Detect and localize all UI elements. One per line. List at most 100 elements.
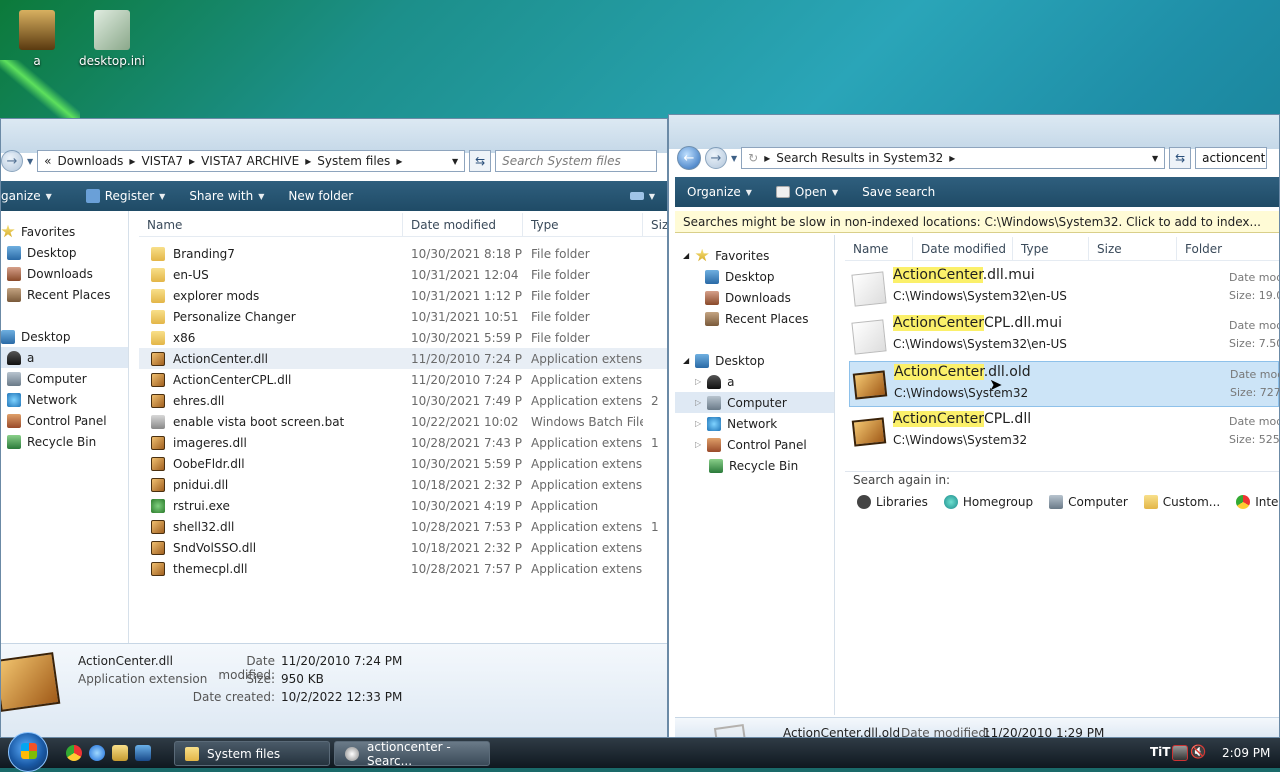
file-date: 10/28/2021 7:43 PM	[411, 435, 523, 450]
refresh-button[interactable]: ⇆	[1169, 147, 1192, 169]
table-row[interactable]: enable vista boot screen.bat 10/22/2021 1…	[139, 411, 667, 432]
table-row[interactable]: OobeFldr.dll 10/30/2021 5:59 PM Applicatio…	[139, 453, 667, 474]
search-again-homegroup[interactable]: Homegroup	[943, 495, 1033, 509]
organize-button[interactable]: ganize ▼	[1, 189, 64, 203]
start-button[interactable]	[8, 732, 48, 772]
nav-control-panel[interactable]: Control Panel	[1, 410, 128, 431]
nav-recent-places[interactable]: Recent Places	[1, 284, 128, 305]
nav-desktop[interactable]: Desktop	[1, 242, 128, 263]
history-dropdown-icon[interactable]: ▼	[731, 154, 737, 163]
table-row[interactable]: SndVolSSO.dll 10/18/2021 2:32 PM Applicati…	[139, 537, 667, 558]
search-again-internet[interactable]: Internet	[1236, 495, 1279, 509]
search-again-computer[interactable]: Computer	[1049, 495, 1128, 509]
table-row[interactable]: Branding7 10/30/2021 8:18 PM File folder	[139, 243, 667, 264]
index-warning-infobar[interactable]: Searches might be slow in non-indexed lo…	[675, 211, 1279, 233]
chevron-down-icon[interactable]: ▼	[1152, 154, 1158, 163]
nav-network[interactable]: Network	[1, 389, 128, 410]
title-bar[interactable]	[1, 119, 667, 153]
organize-button[interactable]: Organize ▼	[675, 185, 764, 199]
column-date-modified[interactable]: Date modified	[913, 237, 1013, 260]
language-indicator[interactable]: TiT	[1150, 745, 1170, 759]
chrome-icon[interactable]	[66, 745, 82, 761]
search-result-item[interactable]: ActionCenter.dll.old C:\Windows\System32 D…	[849, 361, 1279, 407]
volume-muted-icon[interactable]: 🔇	[1190, 745, 1206, 761]
view-button[interactable]: ▼	[618, 192, 667, 201]
search-input[interactable]: actioncenter	[1195, 147, 1268, 169]
nav-recycle-bin[interactable]: Recycle Bin	[1, 431, 128, 452]
table-row[interactable]: explorer mods 10/31/2021 1:12 PM File fold…	[139, 285, 667, 306]
nav-computer[interactable]: ▷ Computer	[675, 392, 834, 413]
desktop-icon-desktop-ini[interactable]: desktop.ini	[77, 10, 147, 68]
internet-explorer-icon[interactable]	[89, 745, 105, 761]
open-button[interactable]: Open ▼	[764, 185, 850, 199]
taskbar-button-system-files[interactable]: System files	[174, 741, 330, 766]
register-button[interactable]: Register ▼	[74, 189, 178, 203]
table-row[interactable]: pnidui.dll 10/18/2021 2:32 PM Application …	[139, 474, 667, 495]
folder-icon[interactable]	[112, 745, 128, 761]
nav-computer[interactable]: Computer	[1, 368, 128, 389]
save-search-button[interactable]: Save search	[850, 185, 947, 199]
nav-control-panel[interactable]: ▷ Control Panel	[675, 434, 834, 455]
column-type[interactable]: Type	[523, 213, 643, 236]
nav-recycle-bin[interactable]: Recycle Bin	[675, 455, 834, 476]
new-folder-button[interactable]: New folder	[276, 189, 365, 203]
table-row[interactable]: imageres.dll 10/28/2021 7:43 PM Applicatio…	[139, 432, 667, 453]
column-size[interactable]: Size	[1089, 237, 1177, 260]
table-row[interactable]: en-US 10/31/2021 12:04 ... File folder	[139, 264, 667, 285]
explorer-window-system-files[interactable]: → ▼ « Downloads ▸ VISTA7 ▸ VISTA7 ARCHIVE ▸…	[0, 118, 668, 738]
breadcrumb[interactable]: « Downloads ▸ VISTA7 ▸ VISTA7 ARCHIVE ▸ Sys…	[37, 150, 466, 172]
nav-user-a[interactable]: a	[1, 347, 128, 368]
history-dropdown-icon[interactable]: ▼	[27, 157, 33, 166]
table-row[interactable]: rstrui.exe 10/30/2021 4:19 PM Application	[139, 495, 667, 516]
column-folder[interactable]: Folder	[1177, 237, 1257, 260]
nav-favorites[interactable]: ◢ Favorites	[675, 245, 834, 266]
explorer-window-search-results[interactable]: ← → ▼ ↻ ▸ Search Results in System32 ▸ ▼ ⇆…	[668, 114, 1280, 738]
show-desktop-icon[interactable]	[135, 745, 151, 761]
breadcrumb-vista7[interactable]: VISTA7	[141, 154, 183, 168]
search-again-custom[interactable]: Custom...	[1143, 495, 1220, 509]
breadcrumb[interactable]: ↻ ▸ Search Results in System32 ▸ ▼	[741, 147, 1166, 169]
nav-desktop-root[interactable]: ◢ Desktop	[675, 350, 834, 371]
column-size[interactable]: Size	[643, 213, 667, 236]
nav-desktop-root[interactable]: Desktop	[1, 326, 128, 347]
taskbar-button-search[interactable]: actioncenter - Searc...	[334, 740, 490, 768]
column-type[interactable]: Type	[1013, 237, 1089, 260]
column-date-modified[interactable]: Date modified	[403, 213, 523, 236]
breadcrumb-downloads[interactable]: Downloads	[58, 154, 124, 168]
table-row[interactable]: shell32.dll 10/28/2021 7:53 PM Application…	[139, 516, 667, 537]
desktop-icon-a[interactable]: a	[2, 10, 72, 68]
table-row[interactable]: ActionCenterCPL.dll 11/20/2010 7:24 PM App…	[139, 369, 667, 390]
forward-button[interactable]: →	[1, 150, 23, 172]
forward-button[interactable]: →	[705, 147, 727, 169]
table-row[interactable]: ActionCenter.dll 11/20/2010 7:24 PM Applic…	[139, 348, 667, 369]
nav-desktop[interactable]: Desktop	[675, 266, 834, 287]
breadcrumb-system-files[interactable]: System files	[317, 154, 390, 168]
nav-network[interactable]: ▷ Network	[675, 413, 834, 434]
share-with-button[interactable]: Share with ▼	[177, 189, 276, 203]
search-input[interactable]: Search System files	[495, 150, 658, 172]
breadcrumb-search-results[interactable]: Search Results in System32	[776, 151, 943, 165]
search-result-item[interactable]: ActionCenter.dll.mui C:\Windows\System32\…	[849, 265, 1279, 311]
chevron-down-icon[interactable]: ▼	[452, 157, 458, 166]
back-button[interactable]: ←	[677, 146, 701, 170]
search-result-item[interactable]: ActionCenterCPL.dll C:\Windows\System32 Da…	[849, 409, 1279, 455]
table-row[interactable]: ehres.dll 10/30/2021 7:49 PM Application e…	[139, 390, 667, 411]
table-row[interactable]: x86 10/30/2021 5:59 PM File folder	[139, 327, 667, 348]
breadcrumb-overflow[interactable]: «	[44, 154, 51, 168]
column-name[interactable]: Name	[845, 237, 913, 260]
refresh-button[interactable]: ⇆	[469, 150, 492, 172]
nav-downloads[interactable]: Downloads	[675, 287, 834, 308]
search-result-item[interactable]: ActionCenterCPL.dll.mui C:\Windows\System…	[849, 313, 1279, 359]
title-bar[interactable]	[669, 115, 1279, 149]
table-row[interactable]: themecpl.dll 10/28/2021 7:57 PM Applicatio…	[139, 558, 667, 579]
clock[interactable]: 2:09 PM	[1222, 746, 1270, 760]
table-row[interactable]: Personalize Changer 10/31/2021 10:51 ... F…	[139, 306, 667, 327]
search-again-libraries[interactable]: Libraries	[857, 495, 928, 509]
column-name[interactable]: Name	[139, 213, 403, 236]
breadcrumb-vista7-archive[interactable]: VISTA7 ARCHIVE	[201, 154, 299, 168]
nav-downloads[interactable]: Downloads	[1, 263, 128, 284]
nav-recent-places[interactable]: Recent Places	[675, 308, 834, 329]
network-status-icon[interactable]	[1172, 745, 1188, 761]
nav-user-a[interactable]: ▷ a	[675, 371, 834, 392]
nav-favorites[interactable]: Favorites	[1, 221, 128, 242]
